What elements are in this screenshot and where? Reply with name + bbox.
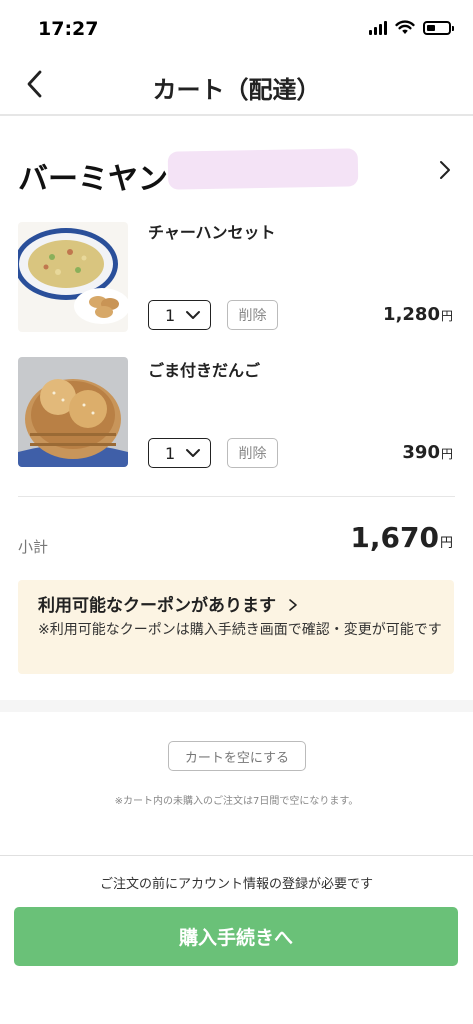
subtotal-amount: 1,670 — [350, 521, 439, 554]
status-bar: 17:27 — [0, 0, 473, 52]
quantity-value: 1 — [165, 305, 176, 325]
item-price: 1,280円 — [383, 304, 453, 325]
status-time: 17:27 — [38, 18, 99, 40]
quantity-value: 1 — [165, 443, 176, 463]
delete-button[interactable]: 削除 — [227, 300, 278, 330]
empty-cart-button[interactable]: カートを空にする — [168, 741, 306, 771]
section-separator — [0, 700, 473, 712]
chevron-down-icon — [186, 449, 200, 457]
item-price: 390円 — [402, 442, 453, 463]
chevron-right-icon — [440, 161, 450, 179]
battery-icon — [423, 20, 454, 35]
chevron-down-icon — [186, 311, 200, 319]
price-amount: 1,280 — [383, 304, 440, 325]
coupon-note: ※利用可能なクーポンは購入手続き画面で確認・変更が可能です — [38, 622, 442, 638]
item-thumbnail-fried-rice — [18, 222, 128, 332]
coupon-title: 利用可能なクーポンがあります — [38, 591, 298, 616]
shop-name: バーミヤン — [18, 162, 168, 197]
shop-link[interactable]: バーミヤン — [0, 140, 473, 204]
divider — [18, 496, 455, 497]
coupon-title-text: 利用可能なクーポンがあります — [38, 596, 276, 616]
wifi-icon — [395, 20, 415, 34]
currency-label: 円 — [440, 309, 453, 323]
currency-label: 円 — [440, 447, 453, 461]
cellular-signal-icon — [369, 20, 387, 35]
account-registration-note: ご注文の前にアカウント情報の登録が必要です — [99, 877, 373, 892]
checkout-button[interactable]: 購入手続きへ — [14, 907, 458, 966]
status-icons — [369, 20, 454, 35]
currency-label: 円 — [439, 536, 453, 551]
quantity-select[interactable]: 1 — [148, 300, 211, 330]
delete-button[interactable]: 削除 — [227, 438, 278, 468]
chevron-right-icon — [289, 599, 297, 611]
item-name: ごま付きだんご — [148, 361, 261, 380]
coupon-banner[interactable]: 利用可能なクーポンがあります ※利用可能なクーポンは購入手続き画面で確認・変更が… — [18, 580, 454, 674]
price-amount: 390 — [402, 442, 440, 463]
subtotal-label: 小計 — [18, 538, 49, 556]
item-name: チャーハンセット — [148, 223, 276, 242]
item-thumbnail-sesame-dumplings — [18, 357, 128, 467]
cart-expiry-note: ※カート内の未購入のご注文は7日間で空になります。 — [114, 796, 359, 807]
quantity-select[interactable]: 1 — [148, 438, 211, 468]
redacted-shop-suffix — [167, 148, 359, 190]
subtotal-value: 1,670円 — [350, 521, 453, 554]
nav-bar: カート（配達） — [0, 52, 473, 116]
divider — [0, 855, 473, 856]
page-title: カート（配達） — [152, 76, 321, 104]
